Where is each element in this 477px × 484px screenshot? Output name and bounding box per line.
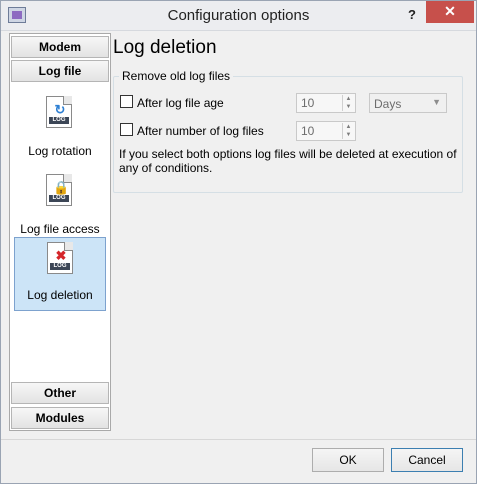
log-file-age-stepper[interactable]: 10 ▲ ▼ xyxy=(296,93,356,113)
after-number-of-log-files-label: After number of log files xyxy=(137,124,264,138)
cancel-button[interactable]: Cancel xyxy=(391,448,463,472)
sidebar-item-label: Log rotation xyxy=(28,144,92,158)
select-value: Days xyxy=(374,97,402,111)
sidebar-button-log-file[interactable]: Log file xyxy=(11,60,109,82)
number-of-log-files-stepper[interactable]: 10 ▲ ▼ xyxy=(296,121,356,141)
sidebar-item-log-deletion[interactable]: ✖ LOG Log deletion xyxy=(14,237,106,311)
after-number-of-log-files-checkbox[interactable] xyxy=(120,123,133,136)
group-label: Remove old log files xyxy=(119,69,234,83)
help-button[interactable]: ? xyxy=(398,4,426,26)
close-button[interactable]: ✕ xyxy=(426,1,474,23)
sidebar-button-other[interactable]: Other xyxy=(11,382,109,404)
stepper-arrows[interactable]: ▲ ▼ xyxy=(342,95,354,111)
page-title: Log deletion xyxy=(113,37,217,58)
sidebar: Modem Log file ↻ LOG Log rotation 🔒 LOG … xyxy=(9,33,111,431)
deletion-note: If you select both options log files wil… xyxy=(119,147,457,175)
title-bar: Configuration options ? ✕ xyxy=(1,1,476,31)
log-rotation-icon: ↻ LOG xyxy=(46,96,72,128)
chevron-down-icon: ▼ xyxy=(432,97,441,107)
log-file-access-icon: 🔒 LOG xyxy=(46,174,72,206)
stepper-value: 10 xyxy=(301,124,315,138)
after-log-file-age-label: After log file age xyxy=(137,96,224,110)
stepper-arrows[interactable]: ▲ ▼ xyxy=(342,123,354,139)
sidebar-item-label: Log deletion xyxy=(27,288,93,302)
age-unit-select[interactable]: Days ▼ xyxy=(369,93,447,113)
sidebar-item-log-file-access[interactable]: 🔒 LOG Log file access xyxy=(14,170,106,244)
sidebar-item-log-rotation[interactable]: ↻ LOG Log rotation xyxy=(14,92,106,166)
log-deletion-icon: ✖ LOG xyxy=(47,242,73,274)
ok-button[interactable]: OK xyxy=(312,448,384,472)
sidebar-button-modem[interactable]: Modem xyxy=(11,36,109,58)
sidebar-item-label: Log file access xyxy=(20,222,100,236)
after-log-file-age-checkbox[interactable] xyxy=(120,95,133,108)
sidebar-button-modules[interactable]: Modules xyxy=(11,407,109,429)
stepper-value: 10 xyxy=(301,96,315,110)
configuration-window: Configuration options ? ✕ Modem Log file… xyxy=(0,0,477,484)
